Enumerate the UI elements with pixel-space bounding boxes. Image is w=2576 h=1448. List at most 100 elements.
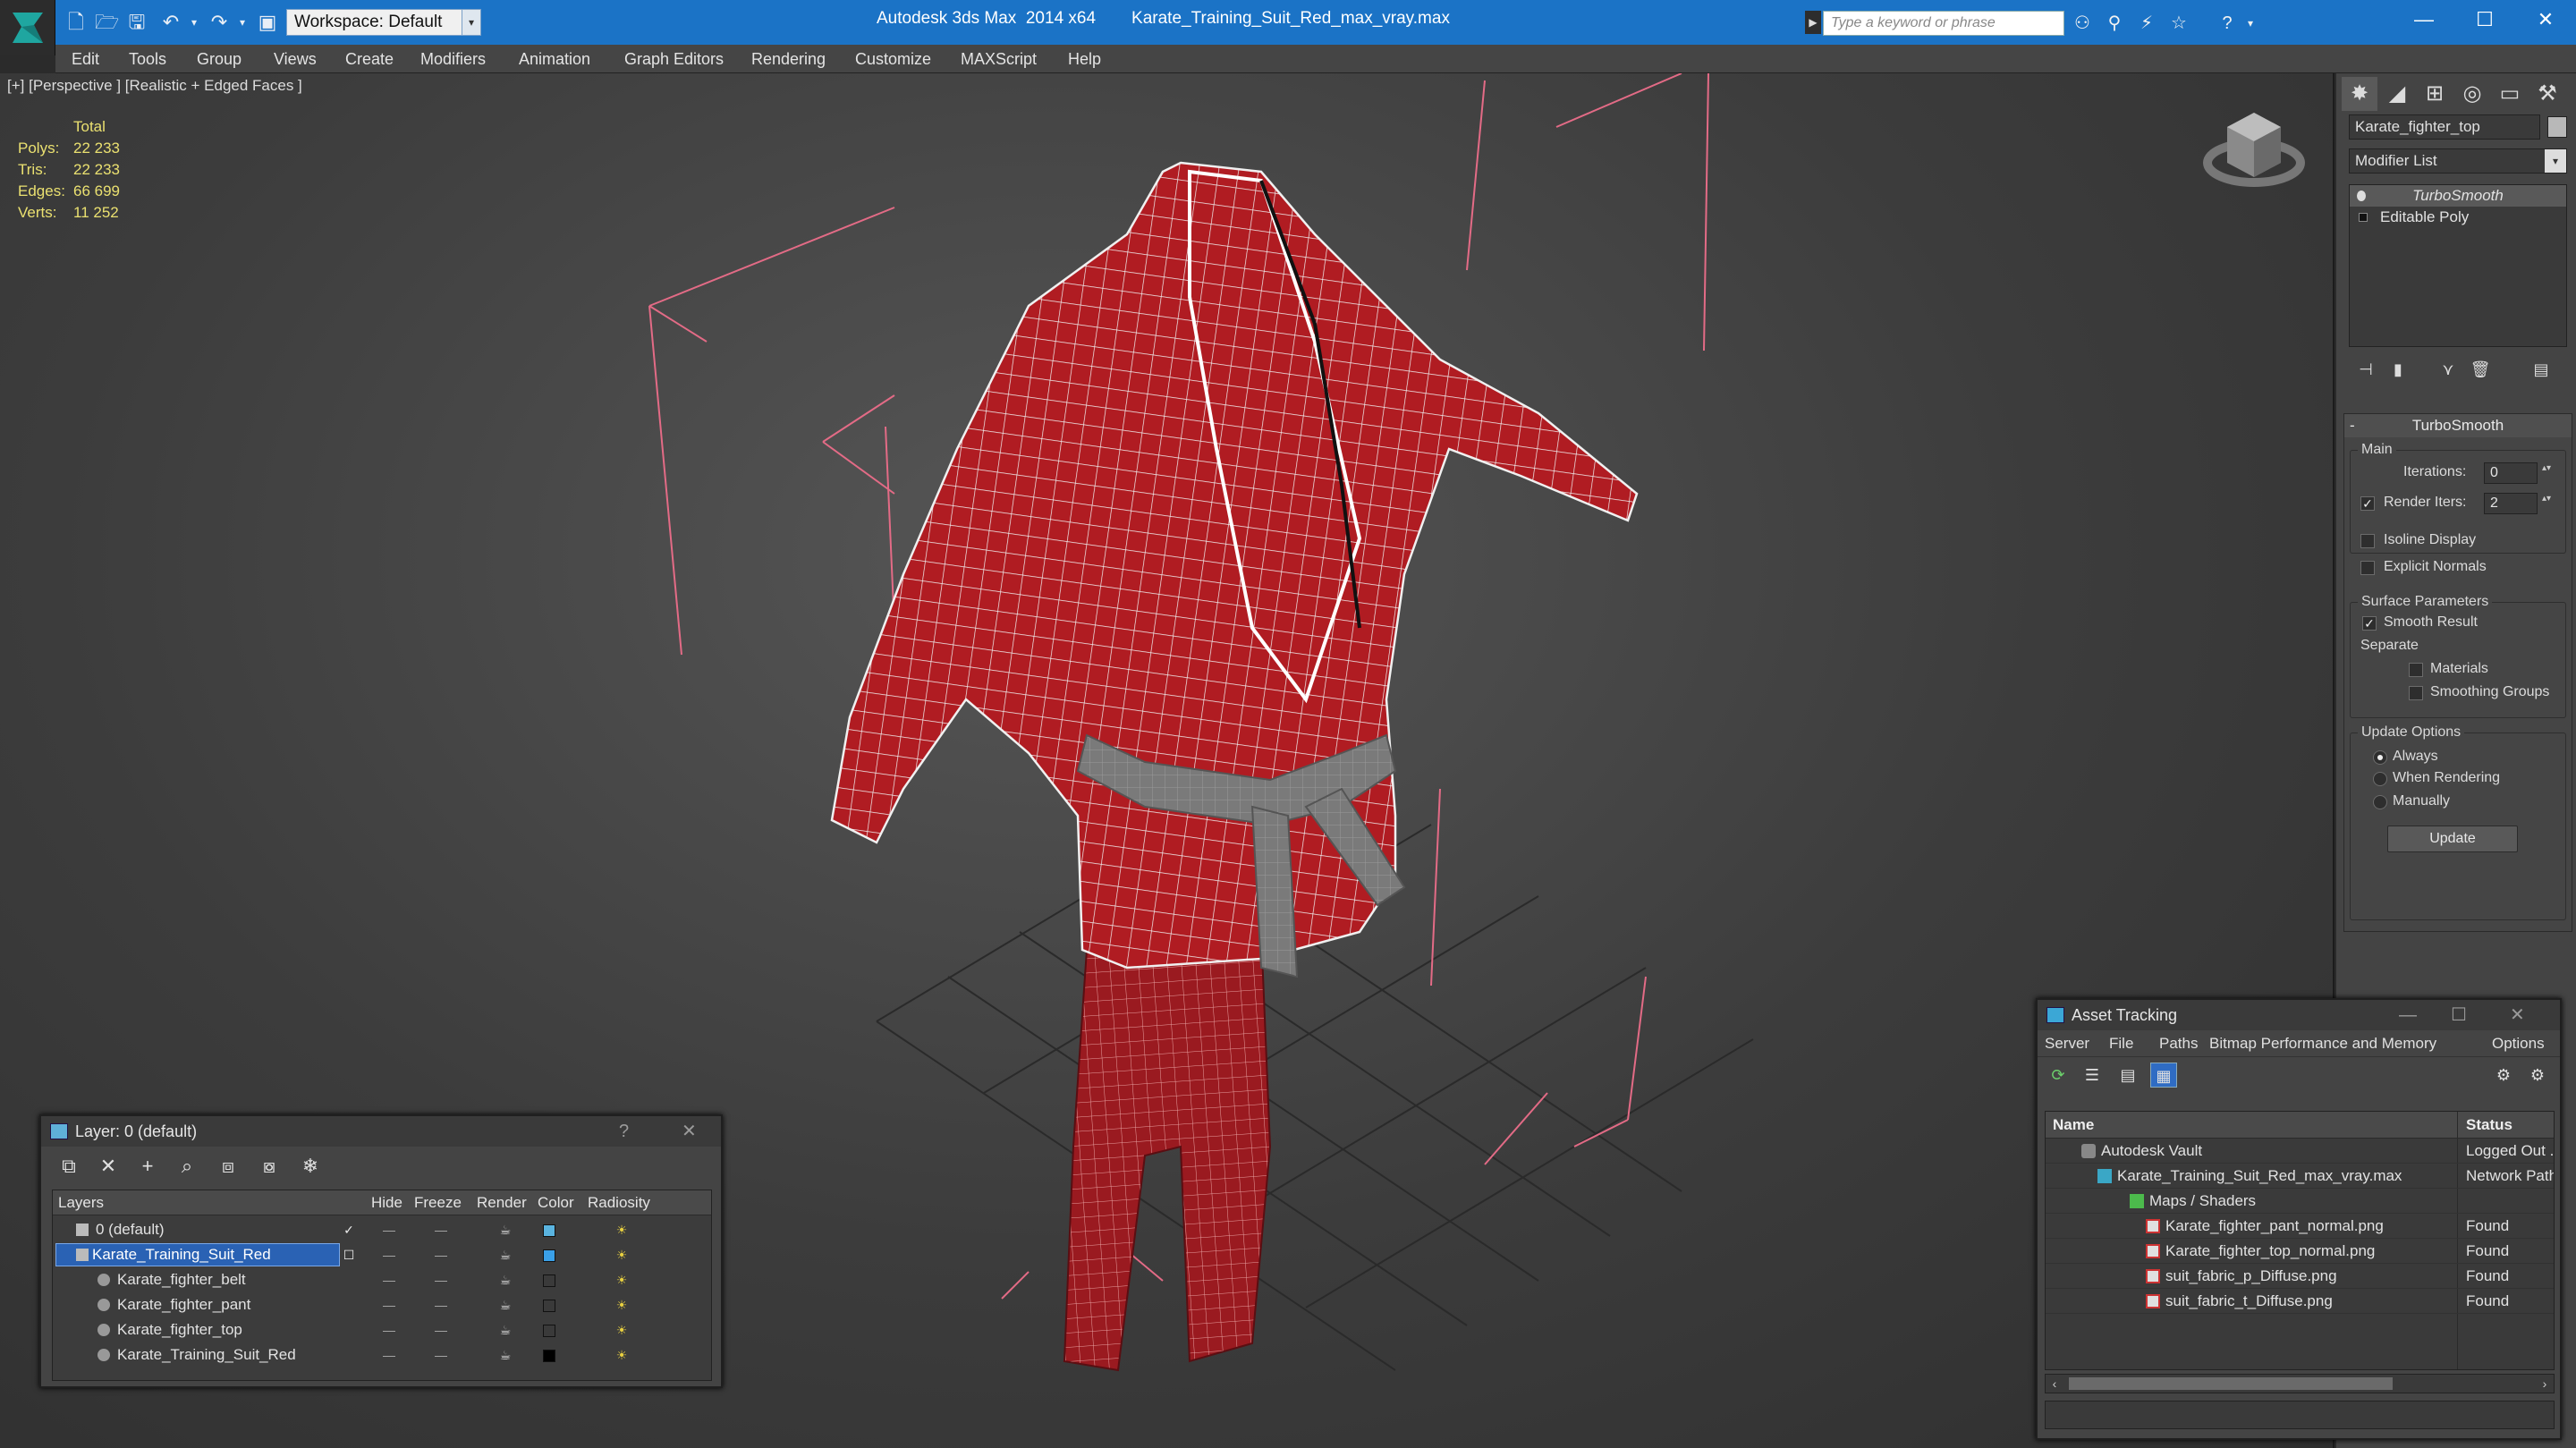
layer-name[interactable]: Karate_Training_Suit_Red — [114, 1344, 296, 1366]
pin-stack-icon[interactable]: ⊣ — [2352, 358, 2379, 381]
stack-item-turbosmooth[interactable]: TurboSmooth — [2350, 185, 2566, 207]
materials-checkbox[interactable] — [2409, 663, 2423, 677]
radiosity-sun-icon[interactable]: ☀ — [604, 1342, 640, 1368]
freeze-toggle[interactable]: — — [423, 1342, 459, 1368]
smooth-result-checkbox[interactable]: ✓ — [2362, 616, 2377, 631]
asset-close-icon[interactable]: ✕ — [2510, 1000, 2525, 1030]
render-teapot-icon[interactable]: ☕ — [487, 1317, 523, 1342]
render-iters-spinner[interactable]: 2 — [2484, 493, 2553, 514]
render-teapot-icon[interactable]: ☕ — [487, 1342, 523, 1368]
scroll-left-icon[interactable]: ‹ — [2046, 1375, 2063, 1393]
menu-maxscript[interactable]: MAXScript — [961, 45, 1037, 73]
asset-row[interactable]: suit_fabric_t_Diffuse.png Found — [2046, 1289, 2554, 1314]
highlight-layer-icon[interactable]: ⧈ — [213, 1154, 243, 1179]
menu-rendering[interactable]: Rendering — [751, 45, 826, 73]
manually-radio[interactable] — [2373, 795, 2387, 809]
redo-icon[interactable]: ↷ — [208, 11, 231, 34]
maximize-icon[interactable]: ☐ — [2454, 0, 2515, 39]
radiosity-sun-icon[interactable]: ☀ — [604, 1242, 640, 1267]
asset-menu-server[interactable]: Server — [2045, 1030, 2089, 1057]
col-freeze[interactable]: Freeze — [414, 1190, 462, 1215]
render-teapot-icon[interactable]: ☕ — [487, 1242, 523, 1267]
expand-box-icon[interactable] — [2359, 213, 2368, 222]
object-color-swatch[interactable] — [2547, 116, 2567, 138]
quick-access-dropdown-icon[interactable]: ▾ — [462, 9, 481, 36]
delete-layer-icon[interactable]: ✕ — [93, 1154, 123, 1179]
light-bulb-icon[interactable] — [2357, 191, 2366, 201]
hierarchy-tab-icon[interactable]: ⊞ — [2417, 77, 2453, 111]
col-name[interactable]: Name — [2046, 1112, 2094, 1139]
undo-dropdown-icon[interactable]: ▾ — [182, 11, 206, 34]
radiosity-sun-icon[interactable]: ☀ — [604, 1317, 640, 1342]
hide-toggle[interactable]: — — [371, 1217, 407, 1242]
menu-edit[interactable]: Edit — [72, 45, 99, 73]
rollout-header[interactable]: - TurboSmooth — [2344, 414, 2572, 437]
close-icon[interactable]: ✕ — [2515, 0, 2576, 39]
hide-toggle[interactable]: — — [371, 1292, 407, 1317]
table-view-icon[interactable]: ▦ — [2150, 1063, 2177, 1088]
asset-row[interactable]: Karate_fighter_pant_normal.png Found — [2046, 1214, 2554, 1239]
hide-all-layers-icon[interactable]: ⧇ — [254, 1154, 284, 1179]
layer-name[interactable]: Karate_fighter_belt — [114, 1269, 246, 1291]
minimize-icon[interactable]: — — [2394, 0, 2454, 39]
layer-name[interactable]: Karate_Training_Suit_Red — [55, 1243, 340, 1266]
layer-color-swatch[interactable] — [543, 1350, 555, 1362]
list-view-icon[interactable]: ☰ — [2079, 1063, 2106, 1088]
make-unique-icon[interactable]: ⋎ — [2435, 358, 2462, 381]
col-layers[interactable]: Layers — [58, 1190, 104, 1215]
update-button[interactable]: Update — [2387, 826, 2518, 852]
modifier-stack[interactable]: TurboSmooth Editable Poly — [2349, 184, 2567, 347]
layer-row[interactable]: 0 (default) ✓ — — ☕ ☀ — [53, 1217, 711, 1242]
layer-close-button[interactable]: ✕ — [682, 1116, 697, 1147]
stack-item-editable-poly[interactable]: Editable Poly — [2350, 207, 2566, 228]
asset-row[interactable]: suit_fabric_p_Diffuse.png Found — [2046, 1264, 2554, 1289]
render-teapot-icon[interactable]: ☕ — [487, 1267, 523, 1292]
menu-animation[interactable]: Animation — [519, 45, 590, 73]
asset-row[interactable]: Karate_Training_Suit_Red_max_vray.max Ne… — [2046, 1164, 2554, 1189]
asset-minimize-icon[interactable]: — — [2399, 1000, 2417, 1030]
layer-name[interactable]: Karate_fighter_pant — [114, 1294, 250, 1316]
explicit-normals-checkbox[interactable] — [2360, 561, 2375, 575]
save-file-icon[interactable]: 🖫 — [125, 11, 148, 34]
scrollbar-thumb[interactable] — [2069, 1377, 2393, 1390]
layer-color-swatch[interactable] — [543, 1300, 555, 1312]
col-render[interactable]: Render — [477, 1190, 527, 1215]
render-teapot-icon[interactable]: ☕ — [487, 1217, 523, 1242]
asset-menu-paths[interactable]: Paths — [2159, 1030, 2198, 1057]
col-status[interactable]: Status — [2459, 1112, 2512, 1139]
radiosity-sun-icon[interactable]: ☀ — [604, 1267, 640, 1292]
active-layer-checkmark-icon[interactable]: ✓ — [335, 1217, 362, 1242]
new-layer-icon[interactable]: ⧉ — [54, 1154, 84, 1179]
freeze-toggle[interactable]: — — [423, 1267, 459, 1292]
hide-toggle[interactable]: — — [371, 1317, 407, 1342]
menu-views[interactable]: Views — [274, 45, 317, 73]
hide-toggle[interactable]: — — [371, 1342, 407, 1368]
asset-path-field[interactable] — [2045, 1401, 2555, 1429]
show-end-result-icon[interactable]: ▮ — [2385, 358, 2411, 381]
add-to-layer-icon[interactable]: + — [132, 1154, 163, 1179]
render-iters-checkbox[interactable]: ✓ — [2360, 496, 2375, 511]
asset-row[interactable]: Karate_fighter_top_normal.png Found — [2046, 1239, 2554, 1264]
new-file-icon[interactable]: 🗋 — [64, 11, 88, 34]
smoothing-groups-checkbox[interactable] — [2409, 686, 2423, 700]
layer-row[interactable]: Karate_Training_Suit_Red ☐ — — ☕ ☀ — [53, 1242, 711, 1267]
server-help-icon[interactable]: ⚙ — [2490, 1063, 2517, 1088]
subscription-icon[interactable]: ⚲ — [2102, 11, 2127, 36]
layer-name[interactable]: Karate_fighter_top — [114, 1319, 242, 1341]
horizontal-scrollbar[interactable]: ‹ › — [2045, 1374, 2555, 1393]
utilities-tab-icon[interactable]: ⚒ — [2529, 77, 2565, 111]
hide-toggle[interactable]: — — [371, 1267, 407, 1292]
hide-toggle[interactable]: — — [371, 1242, 407, 1267]
menu-tools[interactable]: Tools — [129, 45, 166, 73]
favorites-star-icon[interactable]: ☆ — [2166, 11, 2191, 36]
layer-row[interactable]: Karate_fighter_top — — ☕ ☀ — [53, 1317, 711, 1342]
col-color[interactable]: Color — [538, 1190, 574, 1215]
display-tab-icon[interactable]: ▭ — [2492, 77, 2528, 111]
viewport-label[interactable]: [+] [Perspective ] [Realistic + Edged Fa… — [7, 77, 302, 95]
refresh-icon[interactable]: ⟳ — [2045, 1063, 2072, 1088]
app-logo-icon[interactable] — [0, 0, 55, 55]
asset-maximize-icon[interactable]: ☐ — [2451, 1000, 2467, 1030]
layer-color-swatch[interactable] — [543, 1249, 555, 1262]
iterations-spinner[interactable]: 0 — [2484, 462, 2553, 484]
open-file-icon[interactable]: 🗁 — [95, 11, 119, 34]
